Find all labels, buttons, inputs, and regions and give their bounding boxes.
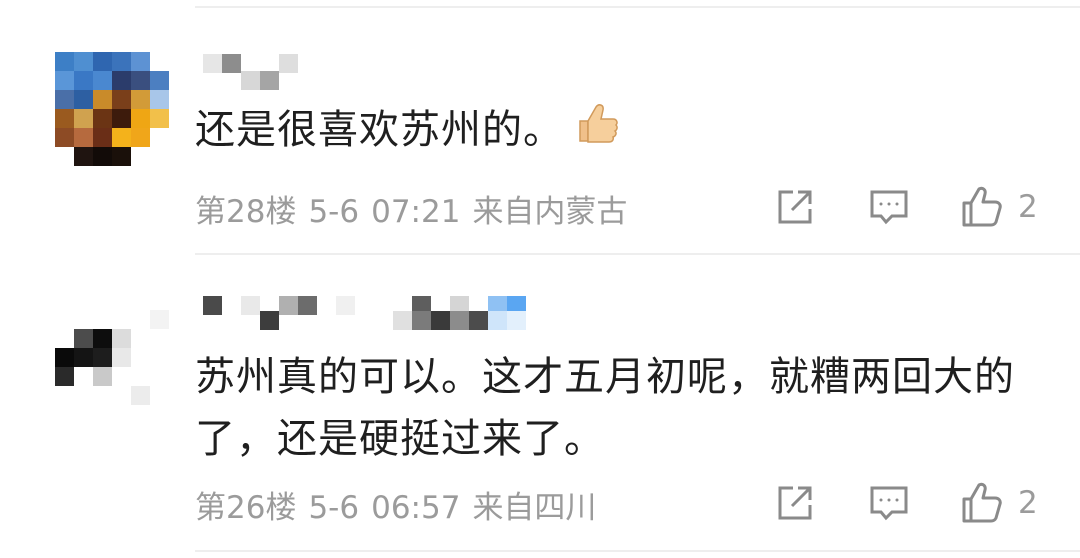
comment-text: 还是很喜欢苏州的。 — [195, 99, 1055, 165]
like-button[interactable]: 2 — [960, 182, 1038, 232]
comment-body: 苏州真的可以。这才五月初呢，就糟两回大的了，还是硬挺过来了。 — [195, 354, 1015, 462]
comment-time: 06:57 — [371, 490, 461, 526]
share-button[interactable] — [774, 182, 816, 232]
comment-actions: 2 — [770, 478, 1070, 528]
top-divider — [195, 6, 1080, 8]
comment-date: 5-6 — [308, 490, 360, 526]
comment-text: 苏州真的可以。这才五月初呢，就糟两回大的了，还是硬挺过来了。 — [195, 346, 1055, 470]
thumbs-up-icon — [962, 186, 1002, 227]
comment-icon — [870, 486, 908, 521]
comment-time: 07:21 — [371, 194, 461, 230]
share-icon — [778, 486, 812, 520]
comment-meta: 第26楼 5-6 06:57 来自四川 — [195, 482, 608, 527]
comment-divider — [195, 253, 1080, 255]
bottom-divider — [195, 550, 1080, 552]
avatar[interactable] — [55, 310, 169, 422]
comment-icon — [870, 190, 908, 225]
thumbs-up-emoji-icon — [574, 99, 622, 165]
share-button[interactable] — [774, 478, 816, 528]
reply-button[interactable] — [868, 478, 910, 528]
like-count: 2 — [1018, 189, 1038, 225]
thumbs-up-icon — [962, 482, 1002, 523]
comment-meta: 第28楼 5-6 07:21 来自内蒙古 — [195, 186, 639, 231]
comment-location: 来自四川 — [472, 490, 597, 526]
floor-number: 第26楼 — [195, 490, 297, 526]
like-button[interactable]: 2 — [960, 478, 1038, 528]
like-count: 2 — [1018, 485, 1038, 521]
comment-body: 还是很喜欢苏州的。 — [195, 107, 564, 153]
reply-button[interactable] — [868, 182, 910, 232]
floor-number: 第28楼 — [195, 194, 297, 230]
avatar[interactable] — [55, 52, 169, 166]
comment-location: 来自内蒙古 — [472, 194, 628, 230]
share-icon — [778, 190, 812, 224]
comment-date: 5-6 — [308, 194, 360, 230]
comment-actions: 2 — [770, 182, 1070, 232]
